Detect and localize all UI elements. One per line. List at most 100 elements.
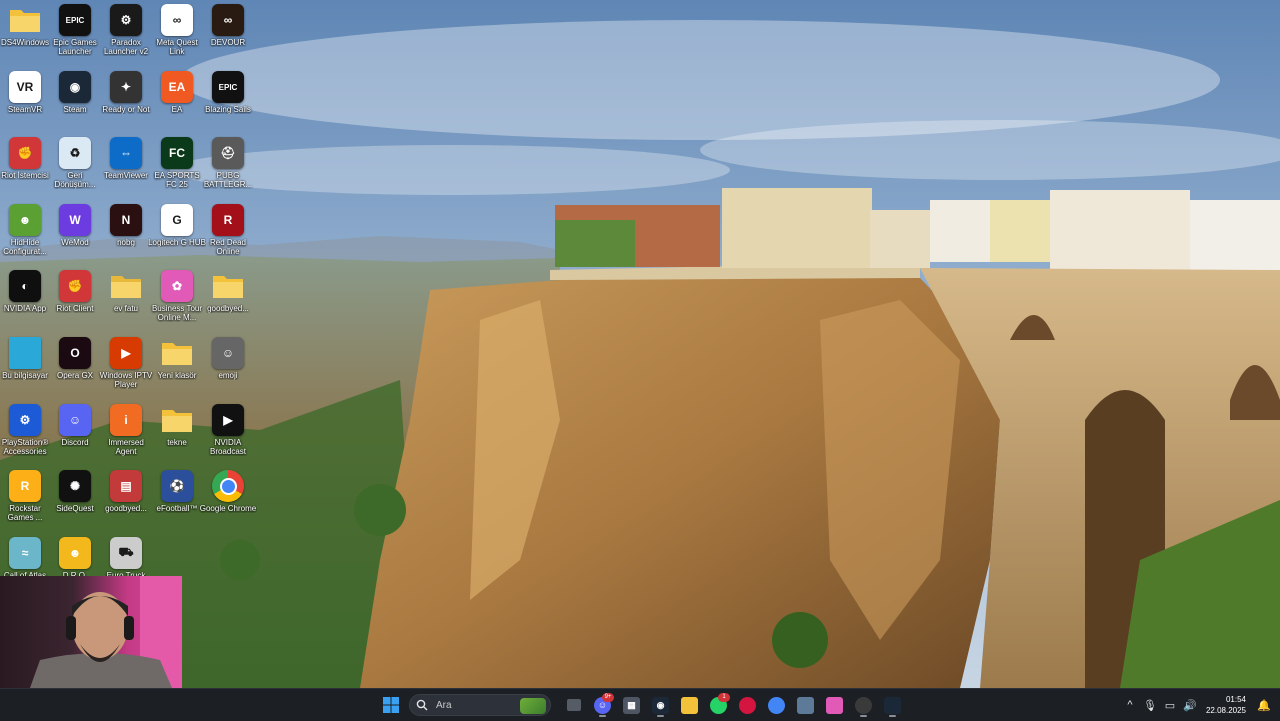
- folder-icon: [161, 337, 193, 369]
- desktop-icon-label: nobg: [117, 238, 135, 247]
- desktop-icon[interactable]: EPIC Epic Games Launcher: [50, 4, 100, 68]
- desktop-icon-label: eFootball™: [156, 504, 198, 513]
- nvidia-icon: ◐: [9, 270, 41, 302]
- desktop-icon[interactable]: Google Chrome: [200, 470, 256, 534]
- steam-app-taskbar-button[interactable]: ◉: [648, 692, 673, 718]
- desktop-icon[interactable]: EPIC Blazing Sails: [203, 71, 253, 135]
- desktop-icon[interactable]: ∞ DEVOUR: [203, 4, 253, 68]
- desktop-icon-label: SideQuest: [56, 504, 94, 513]
- desktop-icon[interactable]: ⚙ PlayStation® Accessories: [0, 404, 50, 468]
- desktop-icon[interactable]: DS4Windows: [0, 4, 50, 68]
- desktop-icon[interactable]: ✊ Riot İstemcisi: [0, 137, 50, 201]
- desktop-icon[interactable]: ▤ goodbyed...: [101, 470, 151, 534]
- desktop-icon[interactable]: ◐ NVIDIA App: [0, 270, 50, 334]
- steam-taskbar-button[interactable]: [880, 692, 905, 718]
- start-button[interactable]: [378, 692, 403, 718]
- desktop-icon-label: ev fatu: [113, 304, 138, 313]
- business-tour-taskbar-button[interactable]: [822, 692, 847, 718]
- desktop-icon-label: Epic Games Launcher: [53, 38, 97, 56]
- chrome-taskbar-button[interactable]: [764, 692, 789, 718]
- file-explorer-button[interactable]: [677, 692, 702, 718]
- desktop-icon[interactable]: O Opera GX: [50, 337, 100, 401]
- desktop-icon[interactable]: ⛑ PUBG BATTLEGR...: [203, 137, 253, 201]
- red-dead-icon: R: [212, 204, 244, 236]
- rockstar-icon: R: [9, 470, 41, 502]
- desktop-icon[interactable]: ✺ SideQuest: [50, 470, 100, 534]
- desktop-icon[interactable]: goodbyed...: [203, 270, 253, 334]
- logitech-icon: G: [161, 204, 193, 236]
- desktop-icon[interactable]: EA EA: [152, 71, 202, 135]
- dro-icon: ☻: [59, 537, 91, 569]
- desktop-icon-label: Blazing Sails: [205, 105, 251, 114]
- desktop-icon[interactable]: ☺ Discord: [50, 404, 100, 468]
- desktop-icon[interactable]: G Logitech G HUB: [148, 204, 206, 268]
- desktop-icon-label: Red Dead Online: [209, 238, 247, 256]
- desktop-icon-label: Windows IPTV Player: [99, 371, 153, 389]
- emoji-file-icon: ☺: [212, 337, 244, 369]
- playstation-icon: ⚙: [9, 404, 41, 436]
- app-taskbar-button[interactable]: [793, 692, 818, 718]
- notification-bell-icon[interactable]: 🔔: [1254, 695, 1274, 715]
- obs-taskbar-button[interactable]: [851, 692, 876, 718]
- task-view-icon: [566, 699, 581, 711]
- desktop-icon[interactable]: ◉ Steam: [50, 71, 100, 135]
- system-clock[interactable]: 01:54 22.08.2025: [1206, 694, 1246, 716]
- desktop-icon[interactable]: ⇔ TeamViewer: [101, 137, 151, 201]
- desktop-icon[interactable]: ☻ HidHide Configurat...: [0, 204, 50, 268]
- desktop-icon[interactable]: Nnobg: [101, 204, 151, 268]
- desktop-icon[interactable]: ev fatu: [101, 270, 151, 334]
- nobg-icon: N: [110, 204, 142, 236]
- desktop-icon[interactable]: Yeni klasör: [152, 337, 202, 401]
- desktop-icon[interactable]: W WeMod: [50, 204, 100, 268]
- folder-icon: [9, 4, 41, 36]
- desktop-icon-label: WeMod: [61, 238, 89, 247]
- taskbar-search-box[interactable]: Ara: [409, 694, 551, 716]
- steam-icon: [884, 696, 901, 714]
- efootball-icon: ⚽: [161, 470, 193, 502]
- discord-badge: 9+: [602, 693, 614, 702]
- store-icon: ▦: [623, 696, 640, 714]
- desktop-icon[interactable]: ⚙ Paradox Launcher v2: [101, 4, 151, 68]
- desktop-icon[interactable]: i Immersed Agent: [101, 404, 151, 468]
- desktop-icon[interactable]: FC EA SPORTS FC 25: [152, 137, 202, 201]
- whatsapp-button[interactable]: 1: [706, 692, 731, 718]
- business-tour-icon: ✿: [161, 270, 193, 302]
- desktop-icon-label: tekne: [167, 438, 187, 447]
- desktop-icon[interactable]: ✿ Business Tour Online M...: [152, 270, 202, 334]
- desktop-icon[interactable]: ✊ Riot Client: [50, 270, 100, 334]
- desktop-icon-label: emoji: [218, 371, 238, 380]
- file-explorer-icon: [681, 696, 698, 714]
- teamviewer-icon: ⇔: [110, 137, 142, 169]
- pubg-icon: ⛑: [212, 137, 244, 169]
- opera-gx-taskbar-button[interactable]: [735, 692, 760, 718]
- desktop-icon[interactable]: ⚽ eFootball™: [152, 470, 202, 534]
- business-tour-icon: [826, 696, 843, 714]
- volume-icon[interactable]: 🔊: [1180, 695, 1200, 715]
- desktop-icon[interactable]: tekne: [152, 404, 202, 468]
- desktop-icon[interactable]: ∞ Meta Quest Link: [152, 4, 202, 68]
- microphone-icon[interactable]: 🎙: [1140, 695, 1160, 715]
- search-highlight-image: [520, 698, 546, 714]
- desktop-icon[interactable]: R Red Dead Online: [203, 204, 253, 268]
- desktop-icon-label: Yeni klasör: [157, 371, 197, 380]
- taskbar-pinned-apps: 1: [677, 692, 905, 718]
- chrome-icon: [768, 696, 785, 714]
- desktop-icon[interactable]: R Rockstar Games ...: [0, 470, 50, 534]
- calculator-taskbar-button[interactable]: ▦: [619, 692, 644, 718]
- wemod-icon: W: [59, 204, 91, 236]
- desktop-icon[interactable]: ☺ emoji: [203, 337, 253, 401]
- task-view-button[interactable]: [561, 692, 586, 718]
- desktop-icon[interactable]: ▶ Windows IPTV Player: [100, 337, 152, 401]
- chevron-up-icon[interactable]: ^: [1120, 695, 1140, 715]
- desktop-icon[interactable]: ✦ Ready or Not: [101, 71, 151, 135]
- discord-taskbar-button[interactable]: ☺ 9+: [590, 692, 615, 718]
- taskbar: Ara ☺ 9+ ▦ ◉ 1 ^ 🎙 ▭ 🔊 01:54 22.08.2025 …: [0, 688, 1280, 721]
- desktop-icon[interactable]: ♻ Geri Dönüşüm...: [50, 137, 100, 201]
- desktop-icon[interactable]: VR SteamVR: [0, 71, 50, 135]
- network-icon[interactable]: ▭: [1160, 695, 1180, 715]
- desktop-icon[interactable]: ▶ NVIDIA Broadcast: [203, 404, 253, 468]
- desktop-icon[interactable]: Bu bilgisayar: [0, 337, 50, 401]
- folder-icon: [212, 270, 244, 302]
- desktop-icon-label: Meta Quest Link: [156, 38, 198, 56]
- desktop-icon-label: Opera GX: [56, 371, 93, 380]
